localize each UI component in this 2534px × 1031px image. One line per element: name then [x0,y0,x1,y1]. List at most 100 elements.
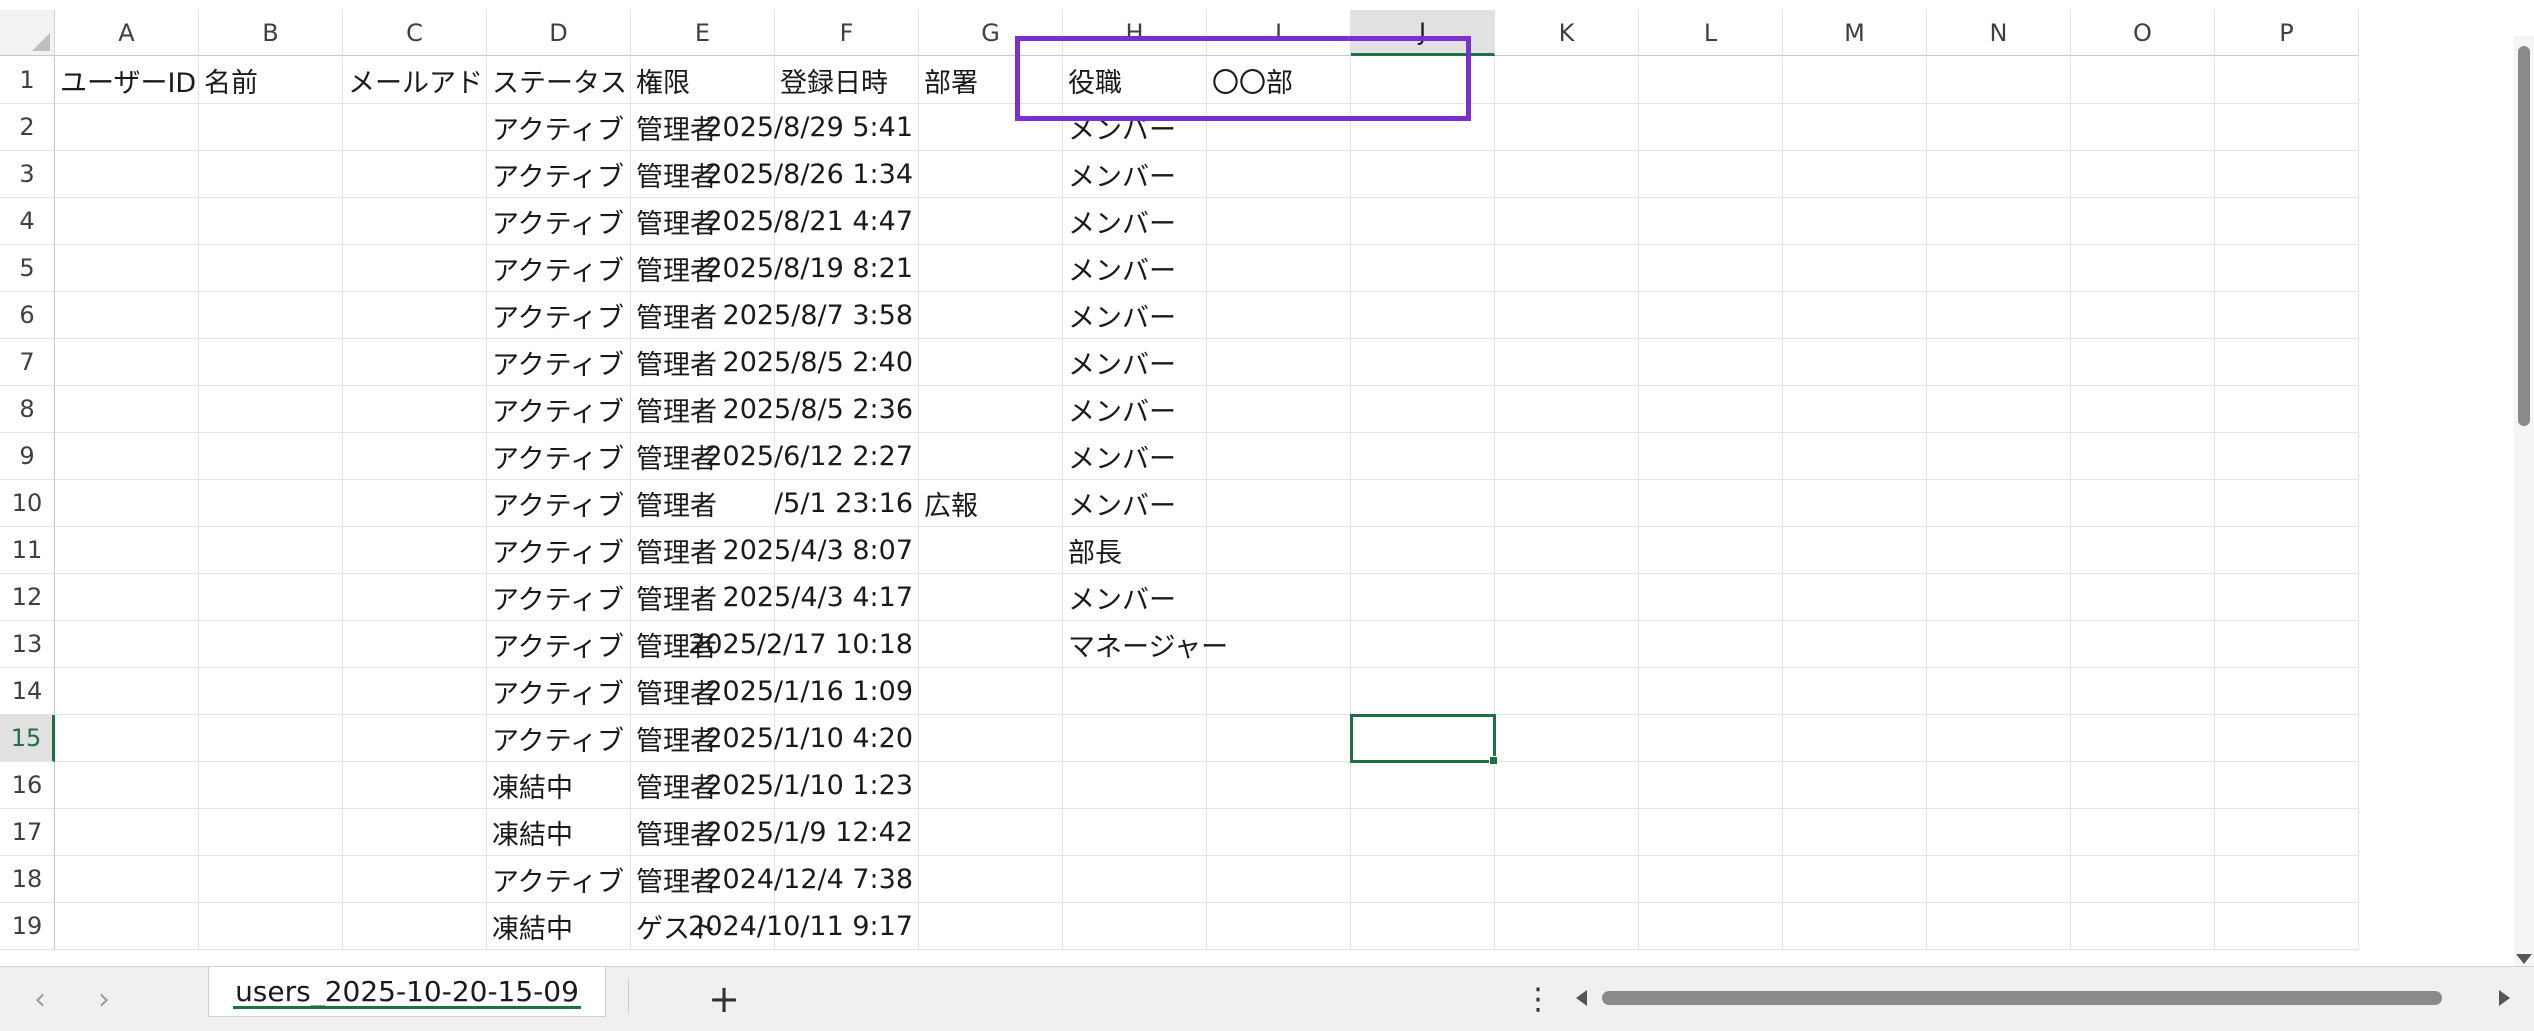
cell-p4[interactable] [2215,198,2359,245]
cell-j12[interactable] [1351,574,1495,621]
cell-h8[interactable]: メンバー [1063,386,1207,433]
cell-j15[interactable] [1350,714,1498,765]
cell-a5[interactable] [55,245,199,292]
cell-f17[interactable]: 2025/1/9 12:42 [705,809,919,856]
cell-a19[interactable] [55,903,199,950]
cell-i19[interactable] [1207,903,1351,950]
cell-g13[interactable] [919,621,1063,668]
cell-l19[interactable] [1639,903,1783,950]
cell-a11[interactable] [55,527,199,574]
row-header-8[interactable]: 8 [0,386,55,433]
cell-f2[interactable]: 2025/8/29 5:41 [705,104,919,151]
cell-d9[interactable]: アクティブ [487,433,631,480]
cell-o15[interactable] [2071,715,2215,762]
cell-b10[interactable] [199,480,343,527]
cell-o16[interactable] [2071,762,2215,809]
column-header-p[interactable]: P [2215,10,2359,56]
cell-p12[interactable] [2215,574,2359,621]
column-header-d[interactable]: D [487,10,631,56]
cell-a14[interactable] [55,668,199,715]
cell-j8[interactable] [1351,386,1495,433]
cell-f6[interactable]: 2025/8/7 3:58 [723,292,919,339]
scroll-down-arrow-icon[interactable] [2516,954,2532,964]
cell-o8[interactable] [2071,386,2215,433]
cell-h3[interactable]: メンバー [1063,151,1207,198]
cell-a8[interactable] [55,386,199,433]
cell-i17[interactable] [1207,809,1351,856]
cell-b14[interactable] [199,668,343,715]
row-header-11[interactable]: 11 [0,527,55,574]
cell-l16[interactable] [1639,762,1783,809]
cell-k4[interactable] [1495,198,1639,245]
cell-h4[interactable]: メンバー [1063,198,1207,245]
cell-k19[interactable] [1495,903,1639,950]
cell-n9[interactable] [1927,433,2071,480]
column-header-o[interactable]: O [2071,10,2215,56]
cell-n2[interactable] [1927,104,2071,151]
cell-b3[interactable] [199,151,343,198]
cell-o3[interactable] [2071,151,2215,198]
cell-c6[interactable] [343,292,487,339]
cell-m18[interactable] [1783,856,1927,903]
cell-p11[interactable] [2215,527,2359,574]
cell-d12[interactable]: アクティブ [487,574,631,621]
cell-p3[interactable] [2215,151,2359,198]
cell-a12[interactable] [55,574,199,621]
cell-c13[interactable] [343,621,487,668]
horizontal-scrollbar[interactable] [1568,981,2518,1015]
cell-j13[interactable] [1351,621,1495,668]
cell-j18[interactable] [1351,856,1495,903]
cell-o10[interactable] [2071,480,2215,527]
cell-l6[interactable] [1639,292,1783,339]
cell-h9[interactable]: メンバー [1063,433,1207,480]
scroll-left-arrow-icon[interactable] [1576,990,1587,1006]
cell-o11[interactable] [2071,527,2215,574]
cell-k11[interactable] [1495,527,1639,574]
cell-j17[interactable] [1351,809,1495,856]
cell-a15[interactable] [55,715,199,762]
row-header-4[interactable]: 4 [0,198,55,245]
row-header-19[interactable]: 19 [0,903,55,950]
cell-c1[interactable]: メールアドレス [343,57,487,104]
cell-i8[interactable] [1207,386,1351,433]
chevron-right-icon[interactable]: › [84,981,124,1017]
column-header-k[interactable]: K [1495,10,1639,56]
row-header-7[interactable]: 7 [0,339,55,386]
cell-c15[interactable] [343,715,487,762]
cell-n6[interactable] [1927,292,2071,339]
cell-c3[interactable] [343,151,487,198]
cell-n1[interactable] [1927,57,2071,104]
cell-b16[interactable] [199,762,343,809]
cell-g6[interactable] [919,292,1063,339]
cell-h7[interactable]: メンバー [1063,339,1207,386]
cell-i9[interactable] [1207,433,1351,480]
sheet-tab[interactable]: users_2025-10-20-15-09 [208,967,606,1017]
column-header-a[interactable]: A [55,10,199,56]
cell-f5[interactable]: 2025/8/19 8:21 [705,245,919,292]
chevron-left-icon[interactable]: ‹ [20,981,60,1017]
cell-b13[interactable] [199,621,343,668]
cell-c16[interactable] [343,762,487,809]
cell-b17[interactable] [199,809,343,856]
cell-n17[interactable] [1927,809,2071,856]
cell-p15[interactable] [2215,715,2359,762]
cell-j10[interactable] [1351,480,1495,527]
cell-l18[interactable] [1639,856,1783,903]
cell-c19[interactable] [343,903,487,950]
cell-n19[interactable] [1927,903,2071,950]
cell-g5[interactable] [919,245,1063,292]
cell-b18[interactable] [199,856,343,903]
row-header-14[interactable]: 14 [0,668,55,715]
cell-k7[interactable] [1495,339,1639,386]
cell-b19[interactable] [199,903,343,950]
cell-l17[interactable] [1639,809,1783,856]
cell-c9[interactable] [343,433,487,480]
cell-i16[interactable] [1207,762,1351,809]
cell-p5[interactable] [2215,245,2359,292]
cell-l9[interactable] [1639,433,1783,480]
cell-f15[interactable]: 2025/1/10 4:20 [705,715,919,762]
cell-j9[interactable] [1351,433,1495,480]
cell-l8[interactable] [1639,386,1783,433]
cell-m10[interactable] [1783,480,1927,527]
cell-b5[interactable] [199,245,343,292]
